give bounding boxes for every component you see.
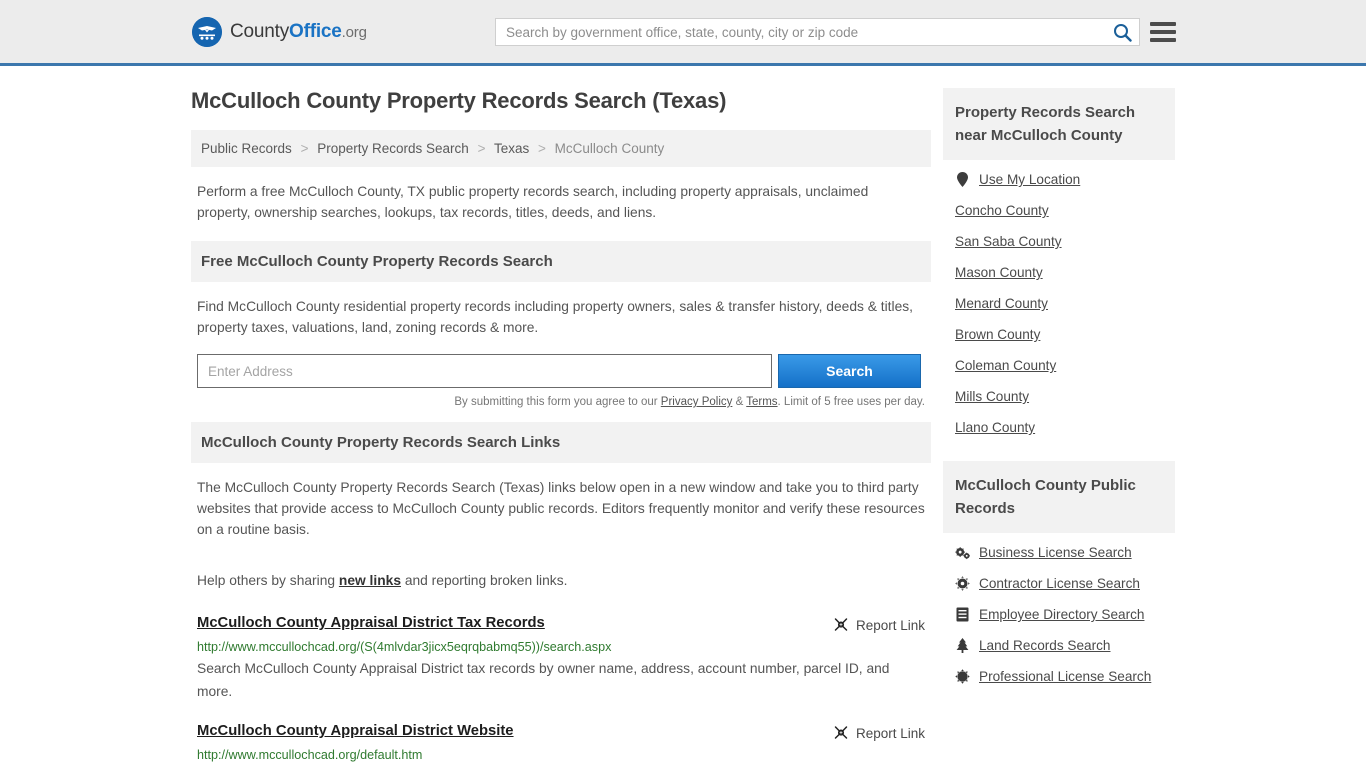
result-url: http://www.mccullochcad.org/default.htm bbox=[197, 748, 423, 762]
result-description: Search McCulloch County Appraisal Distri… bbox=[197, 661, 890, 699]
nearby-county-list: Use My Location Concho County San Saba C… bbox=[943, 160, 1175, 443]
county-link[interactable]: Concho County bbox=[955, 203, 1049, 218]
map-pin-icon bbox=[955, 172, 970, 187]
privacy-policy-link[interactable]: Privacy Policy bbox=[661, 396, 733, 408]
result-header: McCulloch County Appraisal District Tax … bbox=[197, 615, 925, 635]
help-suffix: and reporting broken links. bbox=[401, 573, 568, 588]
county-link[interactable]: Coleman County bbox=[955, 358, 1056, 373]
report-link-label: Report Link bbox=[855, 726, 925, 741]
free-search-body: Find McCulloch County residential proper… bbox=[197, 299, 913, 335]
result-title-link[interactable]: McCulloch County Appraisal District Tax … bbox=[197, 615, 545, 631]
public-record-link[interactable]: Contractor License Search bbox=[979, 576, 1140, 591]
result-url: http://www.mccullochcad.org/(S(4mlvdar3j… bbox=[197, 640, 612, 654]
public-record-link[interactable]: Land Records Search bbox=[979, 638, 1110, 653]
result-item: McCulloch County Appraisal District Tax … bbox=[191, 615, 931, 703]
form-legal-text: By submitting this form you agree to our… bbox=[191, 388, 931, 408]
result-title-link[interactable]: McCulloch County Appraisal District Webs… bbox=[197, 723, 514, 739]
use-my-location-link[interactable]: Use My Location bbox=[979, 172, 1080, 187]
sidebar-item-mills-county[interactable]: Mills County bbox=[955, 381, 1175, 412]
cog-icon bbox=[955, 576, 970, 591]
cogs-icon bbox=[955, 546, 970, 560]
sidebar-item-concho-county[interactable]: Concho County bbox=[955, 195, 1175, 226]
use-my-location-item[interactable]: Use My Location bbox=[955, 164, 1175, 195]
brand-part-county: County bbox=[230, 20, 290, 42]
global-search-bar[interactable] bbox=[495, 18, 1140, 46]
result-item: McCulloch County Appraisal District Webs… bbox=[191, 723, 931, 768]
brand-part-tld: .org bbox=[341, 23, 367, 41]
sidebar-item-business-license-search[interactable]: Business License Search bbox=[955, 537, 1175, 568]
search-button[interactable]: Search bbox=[778, 354, 921, 388]
address-search-form: Search bbox=[191, 354, 931, 388]
tree-icon bbox=[955, 638, 970, 653]
county-link[interactable]: Llano County bbox=[955, 420, 1035, 435]
hamburger-menu-icon[interactable] bbox=[1150, 19, 1176, 45]
legal-suffix: . Limit of 5 free uses per day. bbox=[777, 396, 925, 408]
help-prefix: Help others by sharing bbox=[197, 573, 339, 588]
search-input[interactable] bbox=[496, 19, 1105, 45]
public-records-card-heading: McCulloch County Public Records bbox=[943, 461, 1175, 533]
free-search-heading: Free McCulloch County Property Records S… bbox=[191, 241, 931, 282]
eagle-shield-icon bbox=[192, 16, 222, 47]
public-records-list: Business License Search Contractor Licen… bbox=[943, 533, 1175, 692]
broken-link-icon bbox=[833, 724, 849, 743]
search-icon[interactable] bbox=[1105, 19, 1139, 45]
breadcrumb-item-mcculloch-county: McCulloch County bbox=[554, 141, 665, 156]
brand-part-office: Office bbox=[289, 20, 342, 42]
site-header: CountyOffice.org bbox=[0, 0, 1366, 66]
legal-prefix: By submitting this form you agree to our bbox=[454, 396, 661, 408]
brand-wordmark: CountyOffice.org bbox=[230, 21, 367, 43]
broken-link-icon bbox=[833, 616, 849, 635]
sidebar: Property Records Search near McCulloch C… bbox=[943, 88, 1175, 768]
breadcrumb: Public Records > Property Records Search… bbox=[191, 130, 931, 167]
county-link[interactable]: Mason County bbox=[955, 265, 1043, 280]
report-link-button[interactable]: Report Link bbox=[833, 615, 925, 635]
address-input[interactable] bbox=[197, 354, 772, 388]
report-link-button[interactable]: Report Link bbox=[833, 723, 925, 743]
county-link[interactable]: Mills County bbox=[955, 389, 1029, 404]
nearby-card-heading: Property Records Search near McCulloch C… bbox=[943, 88, 1175, 160]
sidebar-item-llano-county[interactable]: Llano County bbox=[955, 412, 1175, 443]
county-link[interactable]: San Saba County bbox=[955, 234, 1062, 249]
sidebar-item-land-records-search[interactable]: Land Records Search bbox=[955, 630, 1175, 661]
breadcrumb-item-property-records-search[interactable]: Property Records Search bbox=[317, 141, 469, 156]
sidebar-item-employee-directory-search[interactable]: Employee Directory Search bbox=[955, 599, 1175, 630]
gear-badge-icon bbox=[955, 669, 970, 684]
id-card-icon bbox=[955, 607, 970, 622]
legal-amp: & bbox=[732, 396, 747, 408]
sidebar-item-mason-county[interactable]: Mason County bbox=[955, 257, 1175, 288]
sidebar-item-menard-county[interactable]: Menard County bbox=[955, 288, 1175, 319]
county-link[interactable]: Brown County bbox=[955, 327, 1040, 342]
result-header: McCulloch County Appraisal District Webs… bbox=[197, 723, 925, 743]
links-section-body: The McCulloch County Property Records Se… bbox=[197, 480, 925, 537]
breadcrumb-item-texas[interactable]: Texas bbox=[494, 141, 529, 156]
links-section-heading: McCulloch County Property Records Search… bbox=[191, 422, 931, 463]
breadcrumb-separator: > bbox=[538, 141, 546, 156]
intro-paragraph: Perform a free McCulloch County, TX publ… bbox=[197, 184, 869, 220]
county-link[interactable]: Menard County bbox=[955, 296, 1048, 311]
site-logo[interactable]: CountyOffice.org bbox=[192, 16, 367, 47]
sidebar-divider bbox=[943, 443, 1175, 461]
main-content: McCulloch County Property Records Search… bbox=[191, 88, 931, 768]
public-record-link[interactable]: Business License Search bbox=[979, 545, 1132, 560]
sidebar-item-san-saba-county[interactable]: San Saba County bbox=[955, 226, 1175, 257]
public-record-link[interactable]: Professional License Search bbox=[979, 669, 1151, 684]
terms-link[interactable]: Terms bbox=[746, 396, 777, 408]
report-link-label: Report Link bbox=[855, 618, 925, 633]
page-title: McCulloch County Property Records Search… bbox=[191, 88, 727, 113]
sidebar-item-contractor-license-search[interactable]: Contractor License Search bbox=[955, 568, 1175, 599]
sidebar-item-coleman-county[interactable]: Coleman County bbox=[955, 350, 1175, 381]
sidebar-item-brown-county[interactable]: Brown County bbox=[955, 319, 1175, 350]
breadcrumb-separator: > bbox=[477, 141, 486, 156]
sidebar-item-professional-license-search[interactable]: Professional License Search bbox=[955, 661, 1175, 692]
help-others-text: Help others by sharing new links and rep… bbox=[191, 556, 931, 593]
breadcrumb-separator: > bbox=[300, 141, 309, 156]
new-links-link[interactable]: new links bbox=[339, 573, 401, 588]
public-record-link[interactable]: Employee Directory Search bbox=[979, 607, 1144, 622]
breadcrumb-item-public-records[interactable]: Public Records bbox=[201, 141, 292, 156]
